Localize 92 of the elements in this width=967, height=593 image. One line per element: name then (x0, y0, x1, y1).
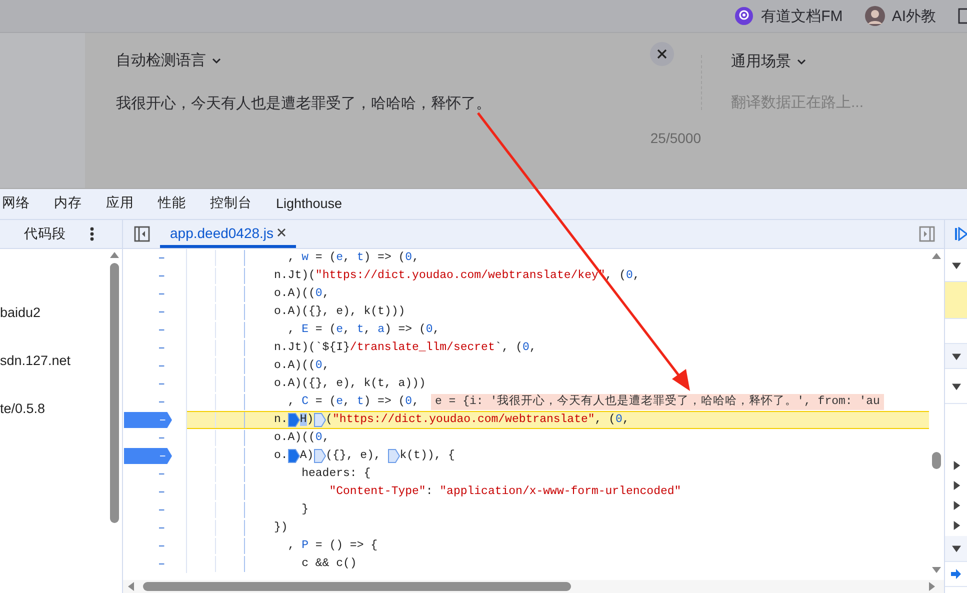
devtools-tab[interactable]: 内存 (42, 189, 94, 219)
top-link[interactable]: 有道文档FM (734, 6, 843, 26)
close-icon[interactable] (276, 228, 286, 237)
step-marker-icon[interactable] (314, 413, 326, 427)
line-marker[interactable]: – (158, 341, 166, 355)
line-marker[interactable]: – (158, 557, 166, 571)
inline-value: e = {i: '我很开心，今天有人也是遭老罪受了，哈哈哈，释怀了。', from: 'au (430, 394, 884, 410)
line-marker[interactable]: – (158, 323, 166, 337)
code-text: H) (300, 412, 314, 428)
devtools-tab[interactable]: 应用 (94, 189, 146, 219)
code-text: "Content-Type": "application/x-www-form-urlencoded" (328, 484, 682, 500)
devtools-tab[interactable]: 性能 (146, 189, 198, 219)
line-marker[interactable]: – (158, 467, 166, 481)
expand-arrow-icon[interactable] (952, 382, 960, 390)
line-marker[interactable]: – (158, 287, 166, 301)
expand-arrow-icon[interactable] (952, 260, 960, 270)
expand-arrow-icon[interactable] (952, 461, 960, 470)
expand-arrow-icon[interactable] (952, 521, 960, 530)
source-tree-item[interactable]: te/0.5.8 (0, 401, 108, 419)
line-marker[interactable]: – (158, 521, 166, 535)
section-header[interactable] (945, 536, 967, 562)
close-icon (657, 49, 667, 59)
arrow-right-icon (951, 569, 961, 579)
close-button[interactable] (650, 42, 674, 66)
step-marker-icon[interactable] (314, 449, 326, 463)
code-text: }) (274, 520, 288, 536)
panel-toggle-icon[interactable] (919, 226, 935, 242)
code-text: k(t)), { (400, 448, 455, 464)
devtools-tab[interactable]: 网络 (0, 189, 42, 219)
line-marker[interactable]: – (158, 485, 166, 499)
scroll-up-icon[interactable] (110, 252, 118, 258)
expand-arrow-icon[interactable] (952, 501, 960, 510)
code-text: A) (300, 448, 314, 464)
devtools-tab[interactable]: 控制台 (198, 189, 264, 219)
scrollbar-thumb[interactable] (932, 452, 941, 469)
line-marker[interactable]: – (158, 305, 166, 319)
line-marker[interactable]: – (158, 251, 166, 265)
code-text: , C = (e, t) => (0, (286, 394, 419, 410)
step-marker-icon[interactable] (288, 449, 300, 463)
scroll-right-icon[interactable] (929, 582, 935, 591)
top-link[interactable]: AI外教 (864, 6, 936, 26)
code-text: , w = (e, t) => (0, (286, 250, 419, 266)
scroll-down-icon[interactable] (932, 567, 941, 573)
code-text: n.Jt)(`${I}/translate_llm/secret`, (0, (274, 340, 536, 356)
more-options-icon[interactable] (90, 227, 94, 241)
line-marker[interactable]: – (158, 503, 166, 517)
code-text: } (300, 502, 309, 518)
caret-icon (797, 58, 806, 64)
podcast-icon (734, 6, 754, 26)
avatar-icon (864, 6, 885, 26)
scrollbar-thumb[interactable] (110, 263, 118, 523)
source-language-dropdown[interactable]: 自动检测语言 (116, 51, 701, 70)
scrollbar-thumb[interactable] (143, 582, 571, 591)
code-text: o. (274, 448, 288, 464)
line-marker[interactable]: – (158, 359, 166, 373)
code-text: n. (274, 412, 288, 428)
code-text: o.A)((0, (274, 286, 330, 302)
caret-icon (212, 58, 221, 64)
code-text: ("https://dict.youdao.com/webtranslate", (0, (326, 412, 630, 428)
scroll-up-icon[interactable] (932, 253, 941, 259)
expand-arrow-icon[interactable] (952, 352, 960, 360)
sidebar-toggle-icon[interactable] (134, 226, 150, 242)
scene-dropdown[interactable]: 通用场景 (731, 52, 864, 71)
document-icon[interactable] (958, 8, 967, 24)
line-marker[interactable]: – (158, 431, 166, 445)
code-text: o.A)({}, e), k(t))) (274, 304, 406, 320)
section-header[interactable] (945, 344, 967, 369)
code-text: headers: { (300, 466, 371, 482)
code-text: o.A)({}, e), k(t, a))) (274, 376, 426, 392)
code-text: , E = (e, t, a) => (0, (286, 322, 440, 338)
line-marker[interactable]: – (158, 269, 166, 283)
line-marker[interactable]: – (158, 377, 166, 391)
expand-arrow-icon[interactable] (952, 481, 960, 490)
step-marker-icon[interactable] (288, 413, 300, 427)
expand-arrow-icon[interactable] (952, 544, 960, 553)
code-text: o.A)((0, (274, 430, 330, 446)
devtools-tab[interactable]: Lighthouse (264, 189, 354, 219)
code-text: o.A)((0, (274, 358, 330, 374)
code-text: , P = () => { (286, 538, 378, 554)
source-tree-item[interactable]: baidu2 (0, 305, 108, 323)
breakpoint-marker[interactable]: – (124, 412, 172, 428)
resume-icon[interactable] (955, 227, 967, 241)
step-marker-icon[interactable] (388, 449, 400, 463)
source-tree-item[interactable]: sdn.127.net (0, 353, 108, 371)
code-text: c && c() (300, 556, 357, 572)
code-text: ({}, e), (326, 448, 382, 464)
character-count: 25/5000 (650, 130, 701, 146)
scroll-left-icon[interactable] (128, 582, 134, 591)
line-marker[interactable]: – (158, 539, 166, 553)
source-text[interactable]: 我很开心，今天有人也是遭老罪受了，哈哈哈，释怀了。 (116, 94, 701, 113)
line-marker[interactable]: – (158, 395, 166, 409)
breakpoint-marker[interactable]: – (124, 448, 172, 464)
